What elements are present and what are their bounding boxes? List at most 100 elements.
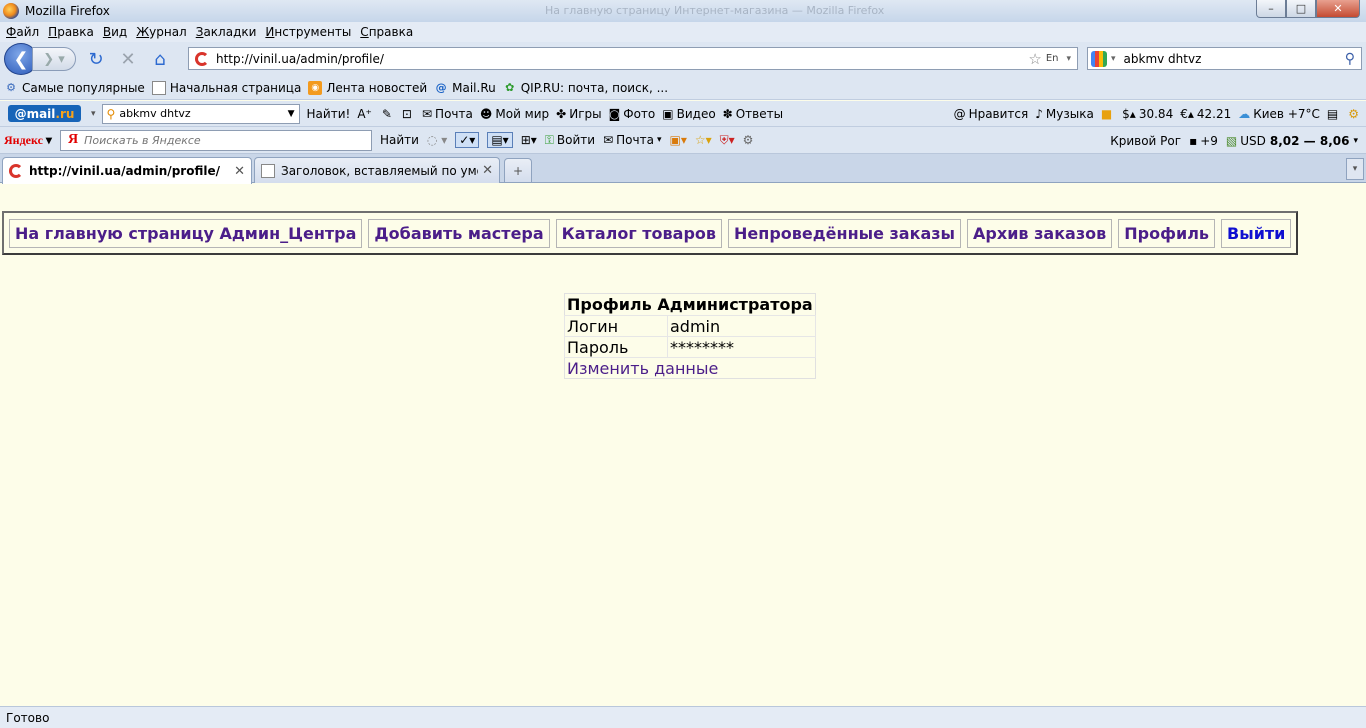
- qip-icon: ✿: [505, 81, 515, 94]
- search-icon[interactable]: ⚲: [1345, 51, 1355, 67]
- minimize-button[interactable]: –: [1256, 0, 1286, 18]
- folder-icon: ▣▾: [669, 133, 687, 147]
- nav-order-archive[interactable]: Архив заказов: [967, 218, 1113, 248]
- mailru-settings-button[interactable]: ⚙: [1348, 107, 1362, 121]
- profile-title: Профиль Администратора: [567, 295, 813, 314]
- mailru-answers-button[interactable]: ✽ Ответы: [723, 107, 783, 121]
- mailru-photo-button[interactable]: ◙ Фото: [609, 107, 656, 121]
- weather-widget[interactable]: ☁ Киев +7°C: [1238, 107, 1320, 121]
- chart-icon: ▤: [1326, 107, 1339, 121]
- nav-admin-home[interactable]: На главную страницу Админ_Центра: [9, 218, 363, 248]
- google-engine-icon[interactable]: [1091, 50, 1107, 67]
- mailru-mail-button[interactable]: ✉ Почта: [422, 107, 473, 121]
- menu-view[interactable]: Вид: [103, 25, 127, 39]
- yandex-search-field[interactable]: Я: [59, 129, 372, 151]
- menu-file[interactable]: Файл: [6, 25, 39, 39]
- spellcheck-button[interactable]: ✓▾: [455, 132, 480, 148]
- edit-profile-link[interactable]: Изменить данные: [567, 359, 718, 378]
- dropdown-icon[interactable]: ▾: [1353, 136, 1358, 146]
- bookmark-qip[interactable]: ✿ QIP.RU: почта, поиск, ...: [503, 81, 668, 95]
- url-dropdown-icon[interactable]: ▾: [1066, 54, 1071, 64]
- url-text[interactable]: http://vinil.ua/admin/profile/: [216, 52, 1028, 66]
- forward-button[interactable]: ❯ ▾: [32, 47, 76, 71]
- bookmark-popular[interactable]: ⚙ Самые популярные: [4, 81, 145, 95]
- search-bar[interactable]: ▾ ⚲: [1087, 47, 1362, 70]
- yandex-city[interactable]: Кривой Рог: [1110, 134, 1181, 148]
- nav-profile[interactable]: Профиль: [1118, 218, 1216, 248]
- magnifier-icon: ⊡: [401, 106, 412, 121]
- home-icon[interactable]: ⌂: [148, 47, 172, 71]
- envelope-icon: ✉: [421, 106, 433, 121]
- menu-help[interactable]: Справка: [360, 25, 413, 39]
- close-tab-icon[interactable]: ✕: [482, 163, 493, 178]
- admin-nav: На главную страницу Админ_Центра Добавит…: [2, 211, 1299, 255]
- new-tab-button[interactable]: +: [504, 158, 532, 182]
- site-favicon-icon: [9, 164, 23, 178]
- yandex-tools-button[interactable]: ⊞▾: [521, 133, 537, 147]
- bookmark-label: Mail.Ru: [452, 80, 496, 95]
- profile-table: Профиль Администратора Логин admin Парол…: [564, 293, 816, 379]
- nav-catalog[interactable]: Каталог товаров: [555, 218, 723, 248]
- bookmark-news-feed[interactable]: ◉ Лента новостей: [308, 80, 427, 95]
- tab-admin-profile[interactable]: http://vinil.ua/admin/profile/ ✕: [2, 157, 252, 184]
- usd-rate[interactable]: $▴ 30.84: [1122, 107, 1173, 121]
- yandex-login-button[interactable]: ⚿ Войти: [545, 133, 595, 148]
- table-row: Логин admin: [564, 315, 816, 337]
- mailru-mailbox-button[interactable]: ■: [1101, 107, 1115, 121]
- engine-dropdown-icon[interactable]: ▾: [1111, 54, 1116, 64]
- close-tab-icon[interactable]: ✕: [234, 164, 245, 179]
- mailru-search-dropdown-icon[interactable]: ▼: [288, 109, 295, 119]
- mailru-music-button[interactable]: ♪ Музыка: [1035, 107, 1094, 121]
- bookmark-mailru[interactable]: @ Mail.Ru: [434, 81, 496, 95]
- mailru-extra-button[interactable]: ▤: [1327, 107, 1341, 121]
- mailru-myworld-button[interactable]: ☻ Мой мир: [480, 107, 549, 121]
- nav-pending-orders[interactable]: Непроведённые заказы: [728, 218, 962, 248]
- euro-icon: €▴: [1180, 107, 1194, 121]
- mailru-find-button[interactable]: Найти!: [307, 107, 351, 121]
- bookmark-start-page[interactable]: Начальная страница: [151, 80, 301, 95]
- nav-add-master[interactable]: Добавить мастера: [368, 218, 550, 248]
- translate-button[interactable]: ▤▾: [487, 132, 513, 148]
- mailru-like-button[interactable]: @ Нравится: [954, 107, 1029, 121]
- mailru-menu-dropdown-icon[interactable]: ▾: [91, 109, 96, 119]
- page-icon: [151, 80, 166, 95]
- translate-icon: ▤▾: [487, 132, 513, 148]
- url-bar[interactable]: http://vinil.ua/admin/profile/ ☆ En ▾: [188, 47, 1078, 70]
- close-window-button[interactable]: ✕: [1316, 0, 1360, 18]
- mailru-myworld-label: Мой мир: [495, 106, 550, 121]
- search-input[interactable]: [1123, 51, 1345, 66]
- menu-history[interactable]: Журнал: [136, 25, 187, 39]
- mailru-photo-label: Фото: [623, 106, 656, 121]
- yandex-shield-button[interactable]: ⛨▾: [720, 133, 735, 148]
- menu-bookmarks[interactable]: Закладки: [196, 25, 257, 39]
- mailru-search-field[interactable]: ⚲ abkmv dhtvz ▼: [101, 103, 300, 124]
- nav-logout[interactable]: Выйти: [1221, 218, 1292, 248]
- menu-edit[interactable]: Правка: [48, 25, 94, 39]
- mailru-games-button[interactable]: ✤ Игры: [556, 107, 601, 121]
- yandex-search-input[interactable]: [84, 133, 371, 147]
- yandex-find-button[interactable]: Найти: [380, 133, 419, 147]
- yandex-settings-button[interactable]: ⚙: [743, 133, 754, 147]
- mailru-like-label: Нравится: [968, 107, 1029, 121]
- menu-tools[interactable]: Инструменты: [265, 25, 351, 39]
- yandex-logo-text: Яндекс: [4, 132, 43, 147]
- zoom-button[interactable]: ⊡: [402, 107, 415, 121]
- yandex-bar-button[interactable]: ▣▾: [669, 133, 686, 147]
- reload-icon[interactable]: ↻: [84, 47, 108, 71]
- yandex-favorites-button[interactable]: ☆▾: [695, 133, 712, 147]
- yandex-logo[interactable]: Яндекс ▾: [4, 133, 52, 148]
- tab-default-title[interactable]: Заголовок, вставляемый по умол... ✕: [254, 157, 500, 183]
- yandex-speech-button[interactable]: ◌ ▾: [427, 133, 447, 147]
- eur-rate[interactable]: €▴ 42.21: [1180, 107, 1231, 121]
- stop-icon[interactable]: ✕: [116, 47, 140, 71]
- mailru-video-button[interactable]: ▣ Видео: [662, 107, 715, 121]
- mailru-search-value[interactable]: abkmv dhtvz: [119, 107, 287, 120]
- highlight-button[interactable]: ✎: [382, 107, 395, 121]
- password-label: Пароль: [564, 336, 668, 358]
- maximize-button[interactable]: □: [1286, 0, 1316, 18]
- mailru-logo[interactable]: @mail .ru: [8, 105, 81, 122]
- font-size-button[interactable]: A⁺: [357, 107, 375, 121]
- bookmark-star-icon[interactable]: ☆: [1028, 50, 1041, 68]
- tab-list-button[interactable]: ▾: [1346, 158, 1364, 180]
- yandex-mail-button[interactable]: ✉ Почта ▾: [603, 133, 661, 147]
